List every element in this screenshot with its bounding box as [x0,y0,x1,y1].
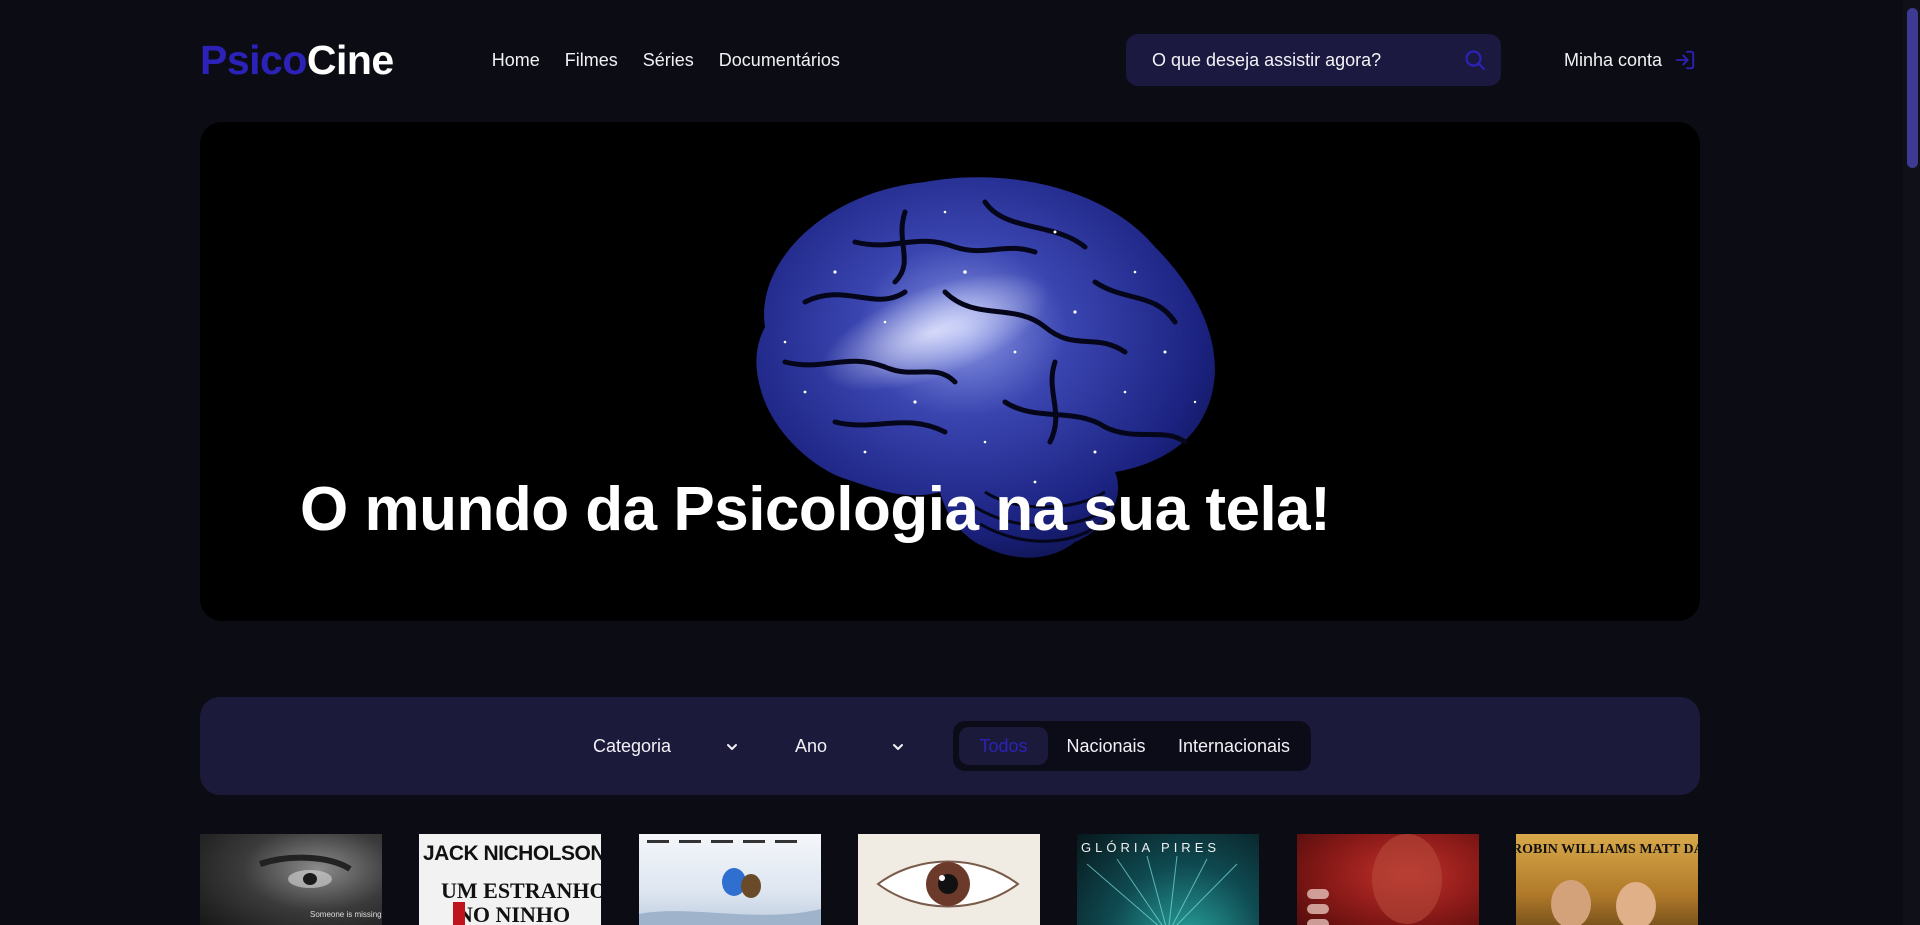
poster-card[interactable]: ROBIN WILLIAMS MATT DAMON [1516,834,1698,925]
poster-card[interactable]: Someone is missing. [200,834,382,925]
poster-caption: Someone is missing. [310,910,382,919]
poster-card[interactable] [858,834,1040,925]
search-icon[interactable] [1463,48,1487,72]
login-icon [1675,50,1695,70]
poster-figure [453,902,465,925]
main-nav: Home Filmes Séries Documentários [492,50,840,71]
page: Psico Cine Home Filmes Séries Documentári… [0,0,1920,925]
category-dropdown[interactable]: Categoria [593,727,743,765]
header: Psico Cine Home Filmes Séries Documentári… [200,34,1700,86]
account-label: Minha conta [1564,49,1663,70]
logo[interactable]: Psico Cine [200,37,394,84]
poster-card[interactable]: JACK NICHOLSON UM ESTRANHO NO NINHO [419,834,601,925]
year-label: Ano [795,735,828,756]
poster-image [1086,855,1238,925]
poster-title-line2: NO NINHO [457,902,571,925]
poster-row: Someone is missing. JACK NICHOLSON UM ES… [200,834,1700,925]
poster-image [639,840,821,925]
origin-option-todos[interactable]: Todos [959,727,1048,765]
poster-card[interactable] [639,834,821,925]
nav-series[interactable]: Séries [643,50,694,71]
account-link[interactable]: Minha conta [1564,34,1696,86]
poster-image [1307,834,1442,925]
filter-bar: Categoria Ano Todos Nacionais Internacio… [200,697,1700,795]
poster-card[interactable] [1297,834,1479,925]
poster-title-line1: UM ESTRANHO [441,878,601,903]
scrollbar-thumb[interactable] [1907,8,1918,168]
search-input[interactable] [1152,49,1452,71]
hero-banner: O mundo da Psicologia na sua tela! [200,122,1700,621]
nav-filmes[interactable]: Filmes [565,50,618,71]
logo-part-psico: Psico [200,36,307,83]
chevron-down-icon [727,744,737,750]
year-dropdown[interactable]: Ano [795,727,915,765]
nav-home[interactable]: Home [492,50,540,71]
poster-actor: JACK NICHOLSON [423,842,601,865]
origin-option-internacionais[interactable]: Internacionais [1172,727,1296,765]
scrollbar[interactable] [1903,0,1920,925]
poster-card[interactable]: GLÓRIA PIRES [1077,834,1259,925]
search-box [1126,34,1501,86]
poster-image [876,860,1020,908]
category-label: Categoria [593,735,672,756]
hero-title: O mundo da Psicologia na sua tela! [300,475,1331,544]
origin-toggle: Todos Nacionais Internacionais [953,721,1311,771]
logo-part-cine: Cine [306,36,394,83]
origin-option-nacionais[interactable]: Nacionais [1058,727,1154,765]
poster-image [1551,880,1656,925]
nav-documentarios[interactable]: Documentários [719,50,840,71]
chevron-down-icon [893,744,903,750]
